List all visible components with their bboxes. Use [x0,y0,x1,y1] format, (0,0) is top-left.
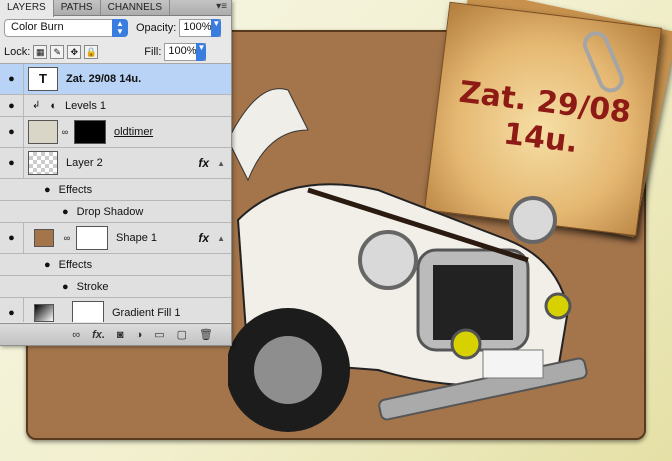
opacity-label: Opacity: [136,22,177,34]
opacity-field[interactable]: 100% ▼ [179,19,222,37]
fill-value: 100% [168,44,197,57]
fill-field[interactable]: 100% ▼ [164,42,207,61]
fill-arrow-icon[interactable]: ▼ [196,42,207,61]
new-group-icon[interactable]: ▭ [154,328,164,341]
effect-row-drop-shadow[interactable]: ● Drop Shadow [0,201,231,223]
effect-eye-icon[interactable]: ● [62,206,69,218]
visibility-eye-icon[interactable] [0,179,24,200]
add-mask-icon[interactable]: ◙ [117,329,124,341]
opacity-value: 100% [183,21,212,33]
clip-arrow-icon: ↲ [32,100,41,111]
new-adjustment-icon[interactable]: ◑ [136,329,143,341]
visibility-eye-icon[interactable]: ● [0,117,24,147]
mask-link-icon[interactable]: ∞ [62,233,72,243]
effects-eye-icon[interactable]: ● [44,259,51,271]
lock-all-icon[interactable]: 🔒 [84,44,99,59]
expand-caret-icon[interactable]: ▲ [217,234,225,243]
visibility-eye-icon[interactable]: ● [0,223,24,253]
fx-icon[interactable]: fx [198,231,209,245]
layers-panel: LAYERS PATHS CHANNELS ▾≡ Color Burn ▲ ▼ O… [0,0,232,346]
layer-row-layer2[interactable]: ● Layer 2 fx ▲ [0,148,231,179]
visibility-eye-icon[interactable] [0,201,24,222]
layer-row-oldtimer[interactable]: ● ∞ oldtimer [0,117,231,148]
effect-name: Drop Shadow [76,205,144,218]
visibility-eye-icon[interactable]: ● [0,64,24,94]
tab-channels[interactable]: CHANNELS [101,0,171,15]
trash-icon[interactable]: 🗑 [199,328,213,341]
panel-tabs: LAYERS PATHS CHANNELS ▾≡ [0,0,231,17]
layer-row-text[interactable]: ● T Zat. 29/08 14u. [0,64,231,95]
layer-thumbnail [28,120,58,144]
effects-row[interactable]: ● Effects [0,179,231,201]
blend-mode-value: Color Burn [11,21,64,33]
visibility-eye-icon[interactable]: ● [0,95,24,116]
visibility-eye-icon[interactable] [0,276,24,297]
effects-row[interactable]: ● Effects [0,254,231,276]
fill-label: Fill: [144,45,162,58]
oldtimer-car-image [228,88,588,432]
lock-pixels-icon[interactable]: ✎ [50,44,65,59]
layer-name: Zat. 29/08 14u. [66,73,142,85]
lock-label: Lock: [4,45,31,58]
effect-eye-icon[interactable]: ● [62,281,69,293]
layer-name: Gradient Fill 1 [112,307,181,319]
visibility-eye-icon[interactable] [0,254,24,275]
blend-row: Color Burn ▲ ▼ Opacity: 100% ▼ [0,16,231,40]
vector-mask-thumbnail [76,226,108,250]
visibility-eye-icon[interactable]: ● [0,148,24,178]
mask-link-icon[interactable]: ∞ [60,127,70,137]
blend-mode-select[interactable]: Color Burn ▲ ▼ [4,19,128,37]
tab-layers[interactable]: LAYERS [0,0,54,17]
gradient-swatch[interactable] [34,304,54,322]
layer-row-gradient-fill[interactable]: ● Gradient Fill 1 [0,298,231,322]
layer-mask-thumbnail [72,301,104,322]
expand-caret-icon[interactable]: ▲ [217,159,225,168]
add-style-icon[interactable]: fx. [92,329,105,341]
panel-footer: ∞ fx. ◙ ◑ ▭ ▢ 🗑 [0,323,231,345]
layer-name: Layer 2 [66,157,103,169]
effect-row-stroke[interactable]: ● Stroke [0,276,231,298]
text-layer-thumb-icon: T [28,67,58,91]
new-layer-icon[interactable]: ▢ [177,328,187,341]
visibility-eye-icon[interactable]: ● [0,298,24,322]
link-layers-icon[interactable]: ∞ [72,329,80,341]
effects-label: Effects [58,183,93,196]
panel-menu-icon[interactable]: ▾≡ [216,1,227,12]
lock-transparent-icon[interactable]: ▦ [33,44,48,59]
lock-position-icon[interactable]: ✥ [67,44,82,59]
layer-row-levels[interactable]: ● ↲ ◐ Levels 1 [0,95,231,117]
adjustment-icon: ◐ [50,99,58,112]
layer-name: oldtimer [114,126,154,138]
effects-eye-icon[interactable]: ● [44,184,51,196]
effects-label: Effects [58,258,93,271]
opacity-arrow-icon[interactable]: ▼ [211,19,222,37]
layer-thumbnail [28,151,58,175]
layer-mask-thumbnail [74,120,106,144]
layer-name: Shape 1 [116,232,157,244]
lock-row: Lock: ▦ ✎ ✥ 🔒 Fill: 100% ▼ [0,40,231,64]
effect-name: Stroke [76,280,109,293]
layer-row-shape1[interactable]: ● ∞ Shape 1 fx ▲ [0,223,231,254]
fx-icon[interactable]: fx [198,156,209,170]
layer-name: Levels 1 [65,99,107,112]
dropdown-arrow-icon: ▲ ▼ [112,19,128,37]
tab-paths[interactable]: PATHS [54,0,101,15]
layers-list: ● T Zat. 29/08 14u. ● ↲ ◐ Levels 1 ● ∞ o… [0,64,231,322]
shape-color-swatch[interactable] [34,229,54,247]
